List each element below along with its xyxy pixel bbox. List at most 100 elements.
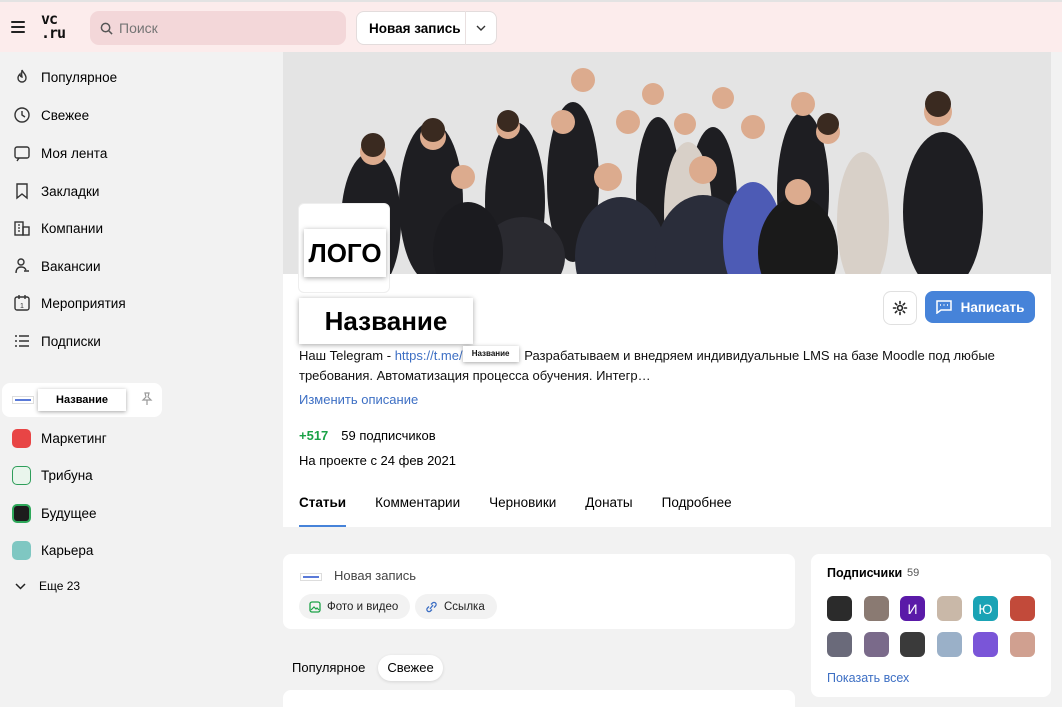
tab-drafts[interactable]: Черновики xyxy=(489,495,556,527)
logo-text: ЛОГО xyxy=(304,229,386,277)
sidebar-sub-future[interactable]: Будущее xyxy=(0,498,170,528)
photo-label: Фото и видео xyxy=(327,600,399,613)
future-avatar xyxy=(12,503,31,523)
chevron-down-icon[interactable] xyxy=(466,25,496,31)
sidebar-more[interactable]: Еще 23 xyxy=(0,575,80,597)
sidebar-item-my-feed[interactable]: Моя лента xyxy=(0,138,170,168)
subscriber-avatar[interactable] xyxy=(1009,596,1035,621)
search-icon xyxy=(100,22,113,35)
desc-name-badge: Название xyxy=(462,345,519,362)
search-input[interactable] xyxy=(119,20,329,36)
subscriber-avatar[interactable] xyxy=(973,632,998,657)
sidebar-item-label: Свежее xyxy=(41,107,90,123)
subscriber-avatar[interactable] xyxy=(827,596,852,621)
link-button[interactable]: Ссылка xyxy=(415,594,497,619)
tab-more[interactable]: Подробнее xyxy=(662,495,732,527)
member-since: На проекте с 24 фев 2021 xyxy=(299,453,456,468)
top-header: vc .ru Новая запись xyxy=(0,0,1062,52)
telegram-link[interactable]: https://t.me/ xyxy=(395,348,463,363)
list-icon xyxy=(15,335,29,347)
show-all-link[interactable]: Показать всех xyxy=(827,671,909,685)
subsite-avatar xyxy=(12,396,34,404)
subscribers-total: 59 xyxy=(907,567,920,579)
sidebar-item-bookmarks[interactable]: Закладки xyxy=(0,176,170,206)
search-box[interactable] xyxy=(90,11,346,45)
sidebar-item-label: Популярное xyxy=(41,69,118,85)
post-composer[interactable]: Новая запись Фото и видео Ссылка xyxy=(283,554,795,629)
image-icon xyxy=(309,600,321,613)
sidebar-sub-label: Будущее xyxy=(41,505,97,521)
feed-tab-popular[interactable]: Популярное xyxy=(283,655,374,681)
menu-icon[interactable] xyxy=(11,21,25,33)
subscriber-avatar[interactable]: Ю xyxy=(973,596,998,621)
sidebar-item-fresh[interactable]: Свежее xyxy=(0,100,170,130)
sidebar-sub-tribuna[interactable]: Трибуна xyxy=(0,460,170,490)
sidebar-item-label: Мероприятия xyxy=(41,295,126,311)
tab-comments[interactable]: Комментарии xyxy=(375,495,460,527)
site-logo[interactable]: vc .ru xyxy=(41,12,75,42)
edit-description-link[interactable]: Изменить описание xyxy=(299,392,418,407)
link-icon xyxy=(426,601,437,612)
sidebar-item-companies[interactable]: Компании xyxy=(0,213,170,243)
photo-video-button[interactable]: Фото и видео xyxy=(299,594,411,619)
write-message-button[interactable]: Написать xyxy=(925,291,1035,323)
team-photo xyxy=(283,52,1051,274)
pin-icon[interactable] xyxy=(140,392,154,406)
sidebar-sub-label: Карьера xyxy=(41,542,94,558)
composer-placeholder[interactable]: Новая запись xyxy=(334,568,416,583)
profile-logo[interactable]: ЛОГО xyxy=(298,203,390,293)
sidebar-item-label: Закладки xyxy=(41,183,100,199)
calendar-icon: 1 xyxy=(14,295,30,311)
sidebar-sub-label: Трибуна xyxy=(41,467,93,483)
sidebar-sub-career[interactable]: Карьера xyxy=(0,535,170,565)
tab-articles[interactable]: Статьи xyxy=(299,495,347,527)
sidebar-item-label: Компании xyxy=(41,220,104,236)
subscriber-avatar[interactable] xyxy=(863,596,889,621)
composer-avatar xyxy=(300,573,322,581)
sidebar-sub-marketing[interactable]: Маркетинг xyxy=(0,423,170,453)
desc-prefix: Наш Telegram - xyxy=(299,348,395,363)
profile-card: ЛОГО Название Написать Наш Telegram - ht… xyxy=(283,52,1051,527)
subscriber-avatar[interactable]: И xyxy=(900,596,925,621)
profile-tabs: Статьи Комментарии Черновики Донаты Подр… xyxy=(299,495,761,527)
tribuna-avatar xyxy=(12,465,31,485)
link-label: Ссылка xyxy=(444,600,485,613)
profile-name: Название xyxy=(299,298,473,344)
feed-icon xyxy=(14,146,30,162)
new-post-button[interactable]: Новая запись xyxy=(356,11,497,45)
write-label: Написать xyxy=(960,299,1025,315)
marketing-avatar xyxy=(12,428,31,448)
bookmark-icon xyxy=(16,183,28,200)
feed-sort-tabs: Популярное Свежее xyxy=(283,655,447,681)
sidebar-item-events[interactable]: 1 Мероприятия xyxy=(0,288,170,318)
subscriber-avatar[interactable] xyxy=(936,632,962,657)
subscribers-count[interactable]: 59 подписчиков xyxy=(341,428,435,443)
subscriber-avatar[interactable] xyxy=(827,632,852,657)
sidebar-current-subsite[interactable]: Название xyxy=(2,383,162,417)
sidebar-item-popular[interactable]: Популярное xyxy=(0,62,170,92)
person-icon xyxy=(15,258,29,274)
sidebar-sub-label: Маркетинг xyxy=(41,430,107,446)
subscriber-avatar[interactable] xyxy=(936,596,962,621)
feed-tab-fresh[interactable]: Свежее xyxy=(378,655,443,681)
feed-post-card[interactable] xyxy=(283,690,795,707)
tab-donations[interactable]: Донаты xyxy=(585,495,632,527)
clock-icon xyxy=(14,107,30,123)
subscriber-avatar[interactable] xyxy=(900,632,925,657)
sidebar-item-vacancies[interactable]: Вакансии xyxy=(0,251,170,281)
subscribers-title: Подписчики xyxy=(827,566,903,580)
chevron-down-icon xyxy=(15,582,26,590)
subscriber-avatar[interactable] xyxy=(863,632,889,657)
settings-button[interactable] xyxy=(883,291,917,325)
career-avatar xyxy=(12,540,31,560)
fire-icon xyxy=(17,69,27,83)
profile-stats: +517 59 подписчиков xyxy=(299,428,436,443)
building-icon xyxy=(14,221,30,236)
sidebar-item-label: Подписки xyxy=(41,333,101,349)
subscriber-avatar[interactable] xyxy=(1009,632,1035,657)
sidebar-item-label: Вакансии xyxy=(41,258,101,274)
sidebar-item-subscriptions[interactable]: Подписки xyxy=(0,326,170,356)
logo-bottom: .ru xyxy=(41,24,66,42)
subscribers-widget: Подписчики 59 И Ю Показать всех xyxy=(811,554,1051,697)
karma-value: +517 xyxy=(299,428,329,443)
